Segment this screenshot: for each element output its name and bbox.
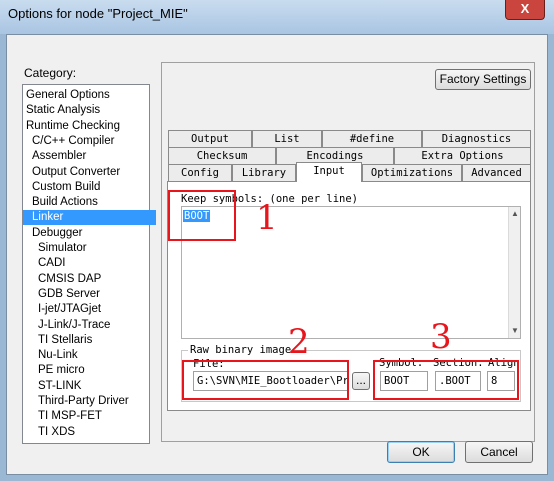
category-list[interactable]: General Options Static Analysis Runtime Ch… [22,84,156,444]
category-item[interactable]: General Options [23,88,150,103]
category-item-label: ST-LINK [38,379,82,392]
category-item[interactable]: Custom Build [23,180,156,195]
category-item-label: Debugger [32,226,83,239]
tab-checksum[interactable]: Checksum [168,147,276,165]
category-item-label: I-jet/JTAGjet [38,303,102,316]
category-item-label: TI Stellaris [38,333,93,346]
category-item[interactable]: Nu-Link [23,348,162,363]
category-item-label: Static Analysis [26,104,101,117]
category-item-label: Linker [32,211,64,224]
category-item[interactable]: I-jet/JTAGjet [23,302,162,317]
category-item-label: PE micro [38,364,85,377]
category-item[interactable]: J-Link/J-Trace [23,318,162,333]
tab-extra-options[interactable]: Extra Options [394,147,531,165]
raw-binary-label: Raw binary image [188,344,294,356]
category-item[interactable]: ST-LINK [23,379,162,394]
annotation-box-3 [373,360,519,400]
category-item[interactable]: Static Analysis [23,103,150,118]
scroll-up-icon[interactable]: ▲ [509,207,521,221]
annotation-number-3: 3 [430,317,452,357]
scroll-down-icon[interactable]: ▼ [509,324,521,338]
category-item[interactable]: Debugger [23,226,156,241]
annotation-box-1 [168,190,236,241]
category-item-label: Custom Build [32,180,101,193]
category-item-label: Third-Party Driver [38,395,129,407]
category-item[interactable]: C/C++ Compiler [23,134,156,149]
category-item-label: Nu-Link [38,349,78,362]
tab-library[interactable]: Library [232,164,296,182]
annotation-number-2: 2 [288,322,310,362]
category-item[interactable]: Linker [23,210,156,226]
tab-input[interactable]: Input [296,162,362,182]
category-item[interactable]: Third-Party Driver [23,394,162,409]
category-item-label: Runtime Checking [26,119,120,132]
category-item[interactable]: TI XDS [23,425,162,440]
category-item[interactable]: PE micro [23,363,162,378]
category-item-label: GDB Server [38,287,100,300]
ok-button[interactable]: OK [387,441,455,463]
category-item[interactable]: Assembler [23,149,156,164]
category-item-label: CADI [38,257,66,270]
category-item[interactable]: Simulator [23,241,162,256]
cancel-button[interactable]: Cancel [465,441,533,463]
close-button[interactable]: X [505,0,545,20]
tab-output[interactable]: Output [168,130,252,148]
category-item[interactable]: Output Converter [23,165,156,180]
category-item[interactable]: Build Actions [23,195,156,210]
category-item[interactable]: TI Stellaris [23,333,162,348]
category-item-label: TI XDS [38,425,76,438]
tab-define[interactable]: #define [322,130,422,148]
category-item-label: C/C++ Compiler [32,134,115,147]
window-title: Options for node "Project_MIE" [8,6,188,21]
tab-diagnostics[interactable]: Diagnostics [422,130,531,148]
tab-optimizations[interactable]: Optimizations [362,164,462,182]
keep-symbols-scrollbar[interactable]: ▲ ▼ [508,207,520,338]
category-item-label: Simulator [38,242,87,254]
tab-advanced[interactable]: Advanced [462,164,531,182]
category-item[interactable]: Runtime Checking [23,119,150,134]
factory-settings-button[interactable]: Factory Settings [435,69,531,90]
tab-config[interactable]: Config [168,164,232,182]
category-item-label: TI MSP-FET [38,410,102,423]
annotation-box-2 [182,360,349,400]
category-item-label: Build Actions [32,196,98,209]
browse-button[interactable]: ... [352,372,370,390]
category-item[interactable]: TI MSP-FET [23,409,162,424]
category-item[interactable]: CMSIS DAP [23,272,162,287]
category-item-label: CMSIS DAP [38,272,102,285]
category-item-label: Assembler [32,150,87,163]
tab-list[interactable]: List [252,130,322,148]
annotation-number-1: 1 [256,198,278,238]
category-item[interactable]: CADI [23,256,162,271]
category-item-label: General Options [26,89,110,101]
category-label: Category: [24,66,77,80]
category-item[interactable]: GDB Server [23,287,162,302]
category-item-label: J-Link/J-Trace [38,318,111,331]
category-item-label: Output Converter [32,165,121,178]
